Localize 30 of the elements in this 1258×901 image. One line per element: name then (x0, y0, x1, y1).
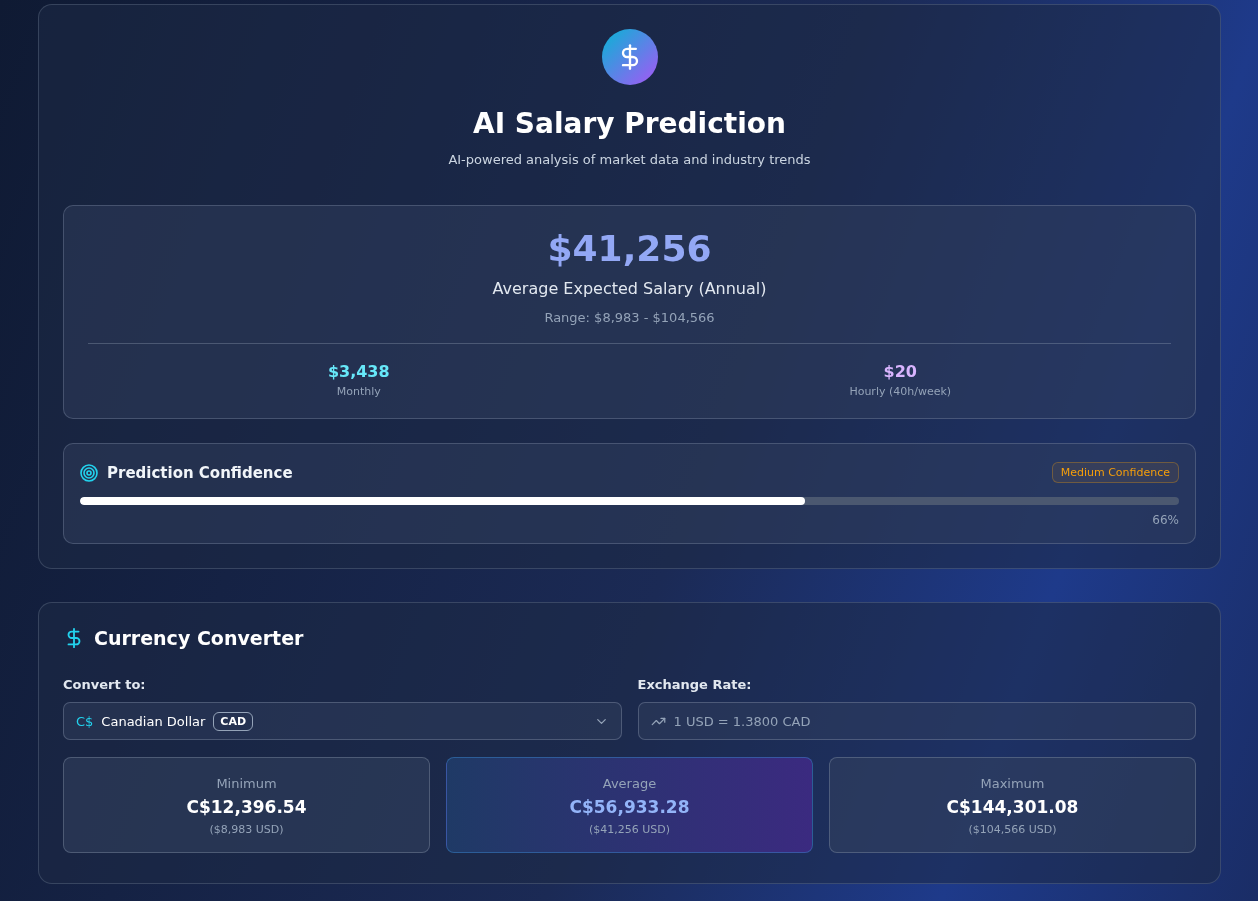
result-value: C$56,933.28 (569, 797, 690, 817)
result-label: Minimum (216, 776, 277, 791)
currency-symbol: C$ (76, 713, 94, 729)
stat-label: Monthly (336, 385, 381, 398)
currency-select[interactable]: C$ Canadian Dollar CAD (63, 702, 622, 740)
stat-value: $20 (883, 362, 917, 381)
result-label: Average (602, 776, 657, 791)
stat-label: Hourly (40h/week) (849, 385, 952, 398)
result-usd: ($41,256 USD) (588, 823, 671, 836)
result-value: C$12,396.54 (186, 797, 307, 817)
field-label: Exchange Rate: (637, 677, 753, 692)
salary-amount: $41,256 (546, 228, 713, 269)
stat-value: $3,438 (327, 362, 390, 381)
page-title: AI Salary Prediction (473, 107, 786, 140)
converter-title: Currency Converter (94, 627, 304, 649)
currency-name: Canadian Dollar (101, 713, 206, 729)
page-subtitle: AI-powered analysis of market data and industry trends (448, 152, 811, 167)
salary-range: Range: $8,983 - $104,566 (543, 310, 716, 325)
exchange-rate-field[interactable]: 1 USD = 1.3800 CAD (637, 702, 1196, 740)
confidence-badge: Medium Confidence (1051, 462, 1179, 483)
result-value: C$144,301.08 (946, 797, 1079, 817)
field-label: Convert to: (63, 677, 147, 692)
target-icon (80, 463, 98, 482)
result-usd: ($104,566 USD) (968, 823, 1057, 836)
result-usd: ($8,983 USD) (209, 823, 284, 836)
confidence-title: Prediction Confidence (107, 463, 293, 482)
salary-label: Average Expected Salary (Annual) (491, 279, 768, 298)
currency-code: CAD (213, 711, 254, 731)
result-label: Maximum (980, 776, 1045, 791)
confidence-percent: 66% (1151, 513, 1179, 527)
